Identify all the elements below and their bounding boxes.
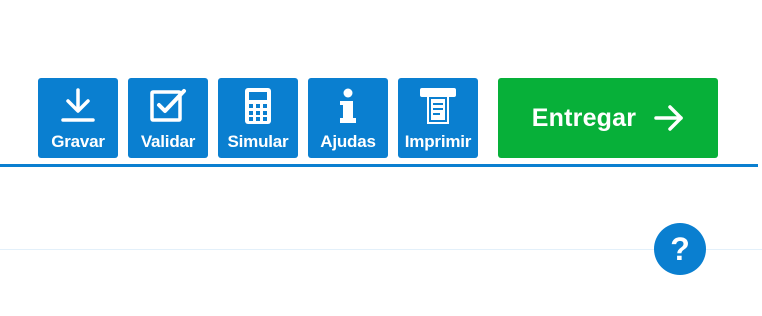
validar-button[interactable]: Validar [128, 78, 208, 158]
entregar-button[interactable]: Entregar [498, 78, 718, 158]
content-divider [0, 249, 762, 250]
ajudas-label: Ajudas [320, 132, 376, 151]
gravar-button[interactable]: Gravar [38, 78, 118, 158]
toolbar: Gravar Validar Simular Ajudas Imprimir E… [38, 78, 718, 158]
validar-label: Validar [140, 132, 196, 151]
imprimir-button[interactable]: Imprimir [398, 78, 478, 158]
checkbox-icon [128, 86, 208, 126]
printer-icon [398, 86, 478, 126]
info-icon [308, 86, 388, 126]
arrow-right-icon [654, 105, 684, 131]
gravar-label: Gravar [51, 132, 105, 151]
calculator-icon [218, 86, 298, 126]
imprimir-label: Imprimir [404, 132, 472, 151]
ajudas-button[interactable]: Ajudas [308, 78, 388, 158]
simular-button[interactable]: Simular [218, 78, 298, 158]
help-button[interactable]: ? [654, 223, 706, 275]
question-mark-icon: ? [670, 230, 690, 267]
download-icon [38, 86, 118, 126]
toolbar-divider [0, 164, 758, 167]
entregar-label: Entregar [531, 103, 637, 132]
simular-label: Simular [227, 132, 289, 151]
